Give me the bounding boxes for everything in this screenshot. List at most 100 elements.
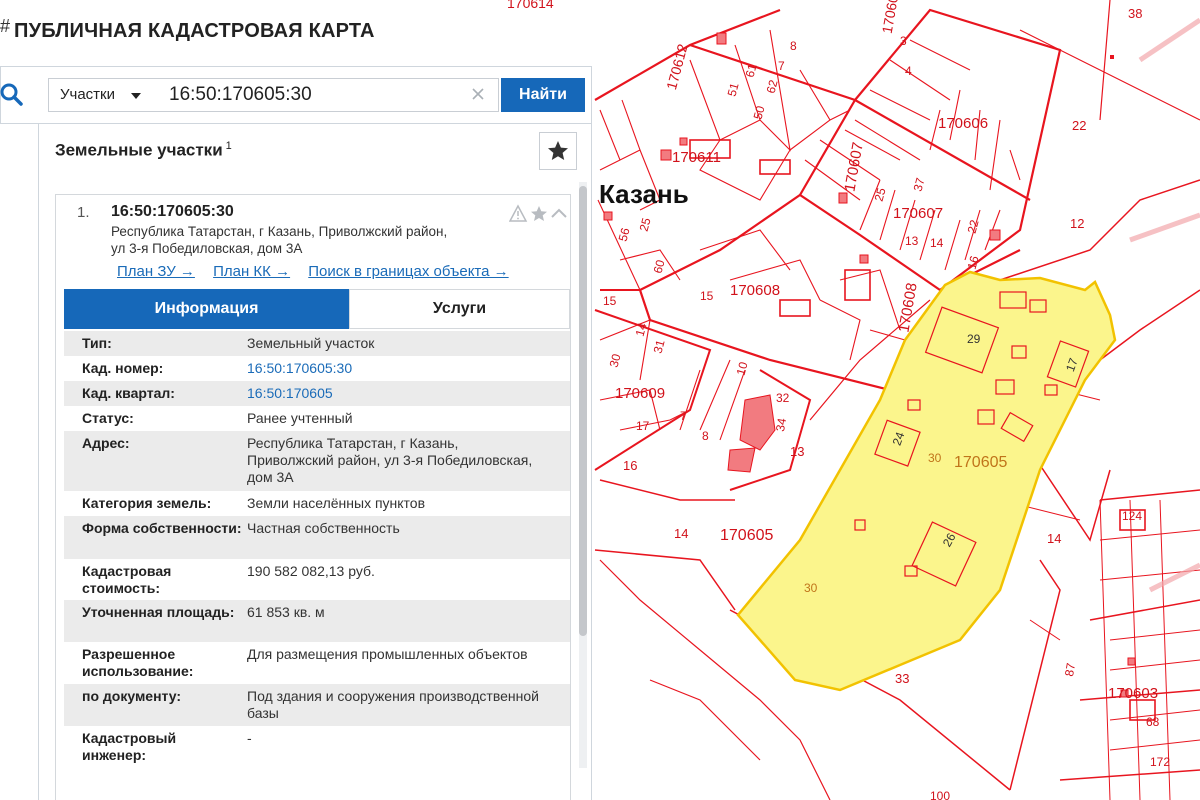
- info-row: Статус: Ранее учтенный: [64, 406, 570, 431]
- parcel-number: 22: [965, 218, 982, 235]
- parcel-number: 3: [900, 34, 907, 48]
- quarter-label: 170611: [672, 149, 721, 166]
- search-bar: Участки 16:50:170605:30 Найти: [0, 66, 592, 124]
- star-icon: [548, 141, 568, 160]
- panel-header: Земельные участки 1: [39, 124, 591, 178]
- parcel-number: 30: [607, 352, 624, 369]
- parcel-number: 37: [911, 176, 928, 193]
- parcel-number: 61: [743, 62, 760, 79]
- scrollbar[interactable]: [579, 182, 587, 768]
- info-row: Тип: Земельный участок: [64, 331, 570, 356]
- info-row: Уточненная площадь: 61 853 кв. м: [64, 600, 570, 642]
- quarter-label: 170607: [841, 141, 866, 193]
- info-value: Земли населённых пунктов: [247, 495, 426, 511]
- cad-quarter-link[interactable]: 16:50:170605: [247, 385, 547, 402]
- star-icon[interactable]: [531, 206, 547, 221]
- parcel-number: 13: [905, 234, 919, 248]
- parcel-number: 124: [1122, 509, 1142, 523]
- parcel-number: 33: [895, 671, 909, 686]
- parcel-number: 29: [967, 332, 981, 346]
- info-value: 61 853 кв. м: [247, 604, 325, 620]
- parcel-number: 14: [1047, 531, 1061, 546]
- result-address: Республика Татарстан, г Казань, Приволжс…: [111, 224, 448, 256]
- parcel-number: 172: [1150, 755, 1170, 769]
- info-label: Тип:: [82, 335, 112, 351]
- quarter-label: 170605: [720, 527, 773, 544]
- info-row: Разрешенное использование: Для размещени…: [64, 642, 570, 684]
- parcel-number: 4: [905, 64, 912, 78]
- info-row: Адрес: Республика Татарстан, г Казань, П…: [64, 431, 570, 491]
- search-input[interactable]: 16:50:170605:30: [151, 78, 499, 112]
- info-label: Кад. номер:: [82, 360, 164, 376]
- find-button[interactable]: Найти: [501, 78, 585, 112]
- info-row: Кадастровая стоимость: 190 582 082,13 ру…: [64, 559, 570, 600]
- app-header: # ПУБЛИЧНАЯ КАДАСТРОВАЯ КАРТА: [0, 0, 410, 62]
- quarter-label: 170609: [615, 385, 665, 402]
- tab-info[interactable]: Информация: [64, 289, 349, 329]
- info-table: Тип: Земельный участок Кад. номер: 16:50…: [64, 331, 570, 768]
- cad-number-link[interactable]: 16:50:170605:30: [247, 360, 547, 377]
- selected-parcel[interactable]: [736, 270, 1117, 692]
- plan-kk-link[interactable]: План КК →: [213, 263, 290, 280]
- favorite-button[interactable]: [539, 132, 577, 170]
- parcel-number: 8: [790, 39, 797, 53]
- info-label: Кадастровый инженер:: [82, 730, 177, 763]
- parcel-number: 15: [603, 294, 617, 308]
- result-tabs: Информация Услуги: [64, 289, 570, 329]
- info-value: Ранее учтенный: [247, 410, 353, 426]
- info-label: Форма собственности:: [82, 520, 242, 536]
- result-count: 1: [225, 140, 232, 152]
- parcel-number: 14: [674, 526, 688, 541]
- parcel-number: 100: [930, 789, 950, 800]
- plan-zu-link[interactable]: План ЗУ →: [117, 263, 195, 280]
- search-input-value: 16:50:170605:30: [169, 84, 312, 105]
- parcel-number: 60: [651, 258, 668, 275]
- parcel-number: 31: [651, 338, 668, 355]
- info-label: Разрешенное использование:: [82, 646, 194, 679]
- quarter-label: 170607: [893, 205, 943, 222]
- panel-title-text: Земельные участки: [55, 140, 223, 160]
- parcel-number: 87: [1062, 662, 1078, 678]
- parcel-number: 12: [1070, 216, 1084, 231]
- chevron-down-icon: [131, 93, 141, 99]
- search-in-bounds-link[interactable]: Поиск в границах объекта →: [308, 263, 508, 280]
- card-links: План ЗУ → План КК → Поиск в границах объ…: [117, 263, 523, 280]
- layer-select[interactable]: Участки: [48, 78, 152, 112]
- results-panel: Земельные участки 1 1. 16:50:170605:30 Ре…: [38, 124, 592, 800]
- info-row: Форма собственности: Частная собственнос…: [64, 516, 570, 559]
- parcel-number: 22: [1072, 118, 1086, 133]
- quarter-label-selected: 170605: [954, 454, 1007, 471]
- parcel-number: 13: [790, 444, 804, 459]
- parcel-number: 15: [700, 289, 714, 303]
- info-value: -: [247, 730, 252, 746]
- parcel-number: 10: [734, 360, 751, 377]
- close-icon[interactable]: [470, 86, 486, 102]
- info-value: Под здания и сооружения производственной…: [247, 688, 539, 721]
- info-label: Кад. квартал:: [82, 385, 175, 401]
- info-label: Статус:: [82, 410, 134, 426]
- parcel-number: 17: [636, 419, 650, 433]
- city-label: Казань: [599, 179, 689, 209]
- parcel-number: 34: [773, 417, 789, 433]
- parcel-number: 56: [616, 226, 633, 243]
- chevron-up-icon[interactable]: [551, 208, 567, 218]
- result-cad-number[interactable]: 16:50:170605:30: [111, 203, 234, 221]
- info-label: Адрес:: [82, 435, 130, 451]
- parcel-number: 25: [872, 186, 889, 203]
- info-value: 190 582 082,13 руб.: [247, 563, 375, 579]
- info-value: Земельный участок: [247, 335, 375, 351]
- info-row: Кадастровый инженер: -: [64, 726, 570, 768]
- parcel-number: 8: [702, 429, 709, 443]
- warning-icon[interactable]: [509, 204, 528, 222]
- info-label: Уточненная площадь:: [82, 604, 235, 620]
- scrollbar-thumb[interactable]: [579, 186, 587, 636]
- tab-services[interactable]: Услуги: [349, 289, 570, 329]
- info-label: Кадастровая стоимость:: [82, 563, 172, 596]
- info-label: Категория земель:: [82, 495, 212, 511]
- result-card[interactable]: 1. 16:50:170605:30 Республика Татарстан,…: [55, 194, 571, 800]
- search-icon[interactable]: [0, 81, 25, 107]
- info-row: Кад. квартал: 16:50:170605: [64, 381, 570, 406]
- parcel-number: 51: [725, 81, 742, 98]
- header-mark: #: [0, 16, 11, 36]
- parcel-number: 7: [778, 59, 785, 73]
